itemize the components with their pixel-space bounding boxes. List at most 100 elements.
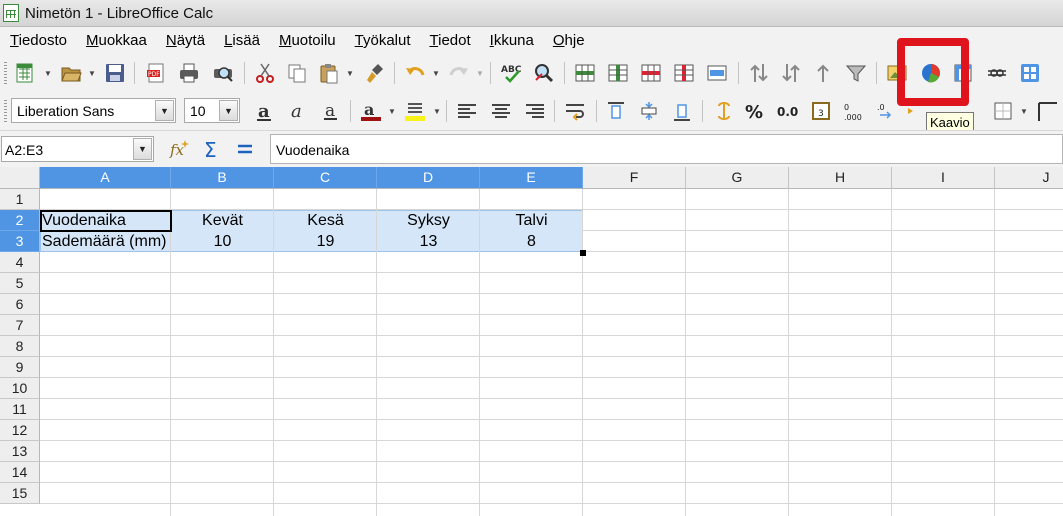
borders-dropdown-icon[interactable]: ▼ (1020, 104, 1028, 118)
autofilter-icon[interactable] (843, 60, 869, 86)
delete-column-icon[interactable] (671, 60, 697, 86)
font-color-dropdown-icon[interactable]: ▼ (388, 104, 396, 118)
cell-c3[interactable]: 19 (274, 231, 377, 252)
row-header-8[interactable]: 8 (0, 336, 40, 357)
cell-b3[interactable]: 10 (171, 231, 274, 252)
formula-input[interactable]: Vuodenaika (270, 134, 1063, 164)
delete-row-icon[interactable] (638, 60, 664, 86)
row-header-15[interactable]: 15 (0, 483, 40, 504)
redo-icon[interactable] (446, 60, 472, 86)
undo-dropdown-icon[interactable]: ▼ (432, 66, 440, 80)
redo-dropdown-icon[interactable]: ▼ (476, 66, 484, 80)
column-header-i[interactable]: I (892, 167, 995, 189)
align-bottom-icon[interactable] (669, 98, 695, 124)
font-color-icon[interactable]: a (358, 98, 384, 124)
currency-icon[interactable] (710, 98, 736, 124)
italic-icon[interactable]: a (285, 98, 311, 124)
function-wizard-icon[interactable]: fx (167, 136, 193, 162)
row-header-4[interactable]: 4 (0, 252, 40, 273)
row-header-13[interactable]: 13 (0, 441, 40, 462)
row-header-6[interactable]: 6 (0, 294, 40, 315)
row-header-12[interactable]: 12 (0, 420, 40, 441)
row-header-11[interactable]: 11 (0, 399, 40, 420)
menu-muokkaa[interactable]: Muokkaa (86, 32, 147, 49)
row-header-5[interactable]: 5 (0, 273, 40, 294)
menu-lisaa[interactable]: Lisää (224, 32, 260, 49)
menu-tyokalut[interactable]: Työkalut (355, 32, 411, 49)
cell-c2[interactable]: Kesä (274, 210, 377, 231)
row-header-14[interactable]: 14 (0, 462, 40, 483)
undo-icon[interactable] (402, 60, 428, 86)
select-all-corner[interactable] (0, 167, 40, 189)
open-dropdown-icon[interactable]: ▼ (88, 66, 96, 80)
export-pdf-icon[interactable]: PDF (143, 60, 169, 86)
print-icon[interactable] (176, 60, 202, 86)
number-format-icon[interactable]: 0.0 (775, 98, 801, 124)
row-header-7[interactable]: 7 (0, 315, 40, 336)
paste-icon[interactable] (316, 60, 342, 86)
border-style-icon[interactable] (1034, 98, 1060, 124)
menu-tiedot[interactable]: Tiedot (430, 32, 471, 49)
row-header-10[interactable]: 10 (0, 378, 40, 399)
print-preview-icon[interactable] (210, 60, 236, 86)
column-header-g[interactable]: G (686, 167, 789, 189)
column-header-b[interactable]: B (171, 167, 274, 189)
align-left-icon[interactable] (454, 98, 480, 124)
clone-formatting-icon[interactable] (362, 60, 388, 86)
column-header-h[interactable]: H (789, 167, 892, 189)
cut-icon[interactable] (252, 60, 278, 86)
sort-ascending-icon[interactable] (746, 60, 772, 86)
spreadsheet-grid[interactable]: A B C D E F G H I J 1 2 3 4 5 6 7 8 9 10… (0, 167, 1063, 516)
merge-cells-icon[interactable] (704, 60, 730, 86)
align-right-icon[interactable] (522, 98, 548, 124)
toolbar-grip[interactable] (4, 100, 7, 122)
sum-icon[interactable]: Σ (199, 136, 225, 162)
column-header-a[interactable]: A (40, 167, 171, 189)
find-replace-icon[interactable] (531, 60, 557, 86)
copy-icon[interactable] (284, 60, 310, 86)
row-header-1[interactable]: 1 (0, 189, 40, 210)
cell-a3[interactable]: Sademäärä (mm) (42, 231, 170, 252)
new-dropdown-icon[interactable]: ▼ (44, 66, 52, 80)
new-icon[interactable] (12, 60, 38, 86)
menu-ikkuna[interactable]: Ikkuna (490, 32, 534, 49)
wrap-text-icon[interactable] (562, 98, 588, 124)
font-size-box[interactable]: 10 ▼ (184, 98, 240, 123)
cell-e3[interactable]: 8 (480, 231, 583, 252)
column-header-d[interactable]: D (377, 167, 480, 189)
menu-ohje[interactable]: Ohje (553, 32, 585, 49)
chevron-down-icon[interactable]: ▼ (155, 100, 174, 121)
menu-muotoilu[interactable]: Muotoilu (279, 32, 336, 49)
align-center-icon[interactable] (488, 98, 514, 124)
row-header-3[interactable]: 3 (0, 231, 40, 252)
column-header-j[interactable]: J (995, 167, 1063, 189)
sort-descending-icon[interactable] (778, 60, 804, 86)
bold-icon[interactable]: a (252, 98, 278, 124)
row-header-2[interactable]: 2 (0, 210, 40, 231)
chevron-down-icon[interactable]: ▼ (219, 100, 238, 121)
save-icon[interactable] (102, 60, 128, 86)
spellcheck-icon[interactable]: ABC (498, 60, 524, 86)
cell-e2[interactable]: Talvi (480, 210, 583, 231)
date-format-icon[interactable]: 3 (808, 98, 834, 124)
add-decimal-icon[interactable]: 0.000 (841, 98, 867, 124)
formula-icon[interactable] (232, 136, 258, 162)
cell-d2[interactable]: Syksy (377, 210, 480, 231)
name-box[interactable]: A2:E3 ▼ (1, 136, 154, 162)
toolbar-grip[interactable] (4, 62, 7, 84)
underline-icon[interactable]: a (318, 98, 344, 124)
column-header-e[interactable]: E (480, 167, 583, 189)
background-color-icon[interactable] (402, 98, 428, 124)
background-color-dropdown-icon[interactable]: ▼ (433, 104, 441, 118)
cell-b2[interactable]: Kevät (171, 210, 274, 231)
sort-icon[interactable] (810, 60, 836, 86)
column-header-c[interactable]: C (274, 167, 377, 189)
row-icon[interactable] (572, 60, 598, 86)
row-header-9[interactable]: 9 (0, 357, 40, 378)
special-character-icon[interactable] (984, 60, 1010, 86)
borders-icon[interactable] (990, 98, 1016, 124)
menu-tiedosto[interactable]: Tiedosto (10, 32, 67, 49)
cell-d3[interactable]: 13 (377, 231, 480, 252)
percent-icon[interactable]: % (742, 98, 768, 124)
align-middle-icon[interactable] (636, 98, 662, 124)
